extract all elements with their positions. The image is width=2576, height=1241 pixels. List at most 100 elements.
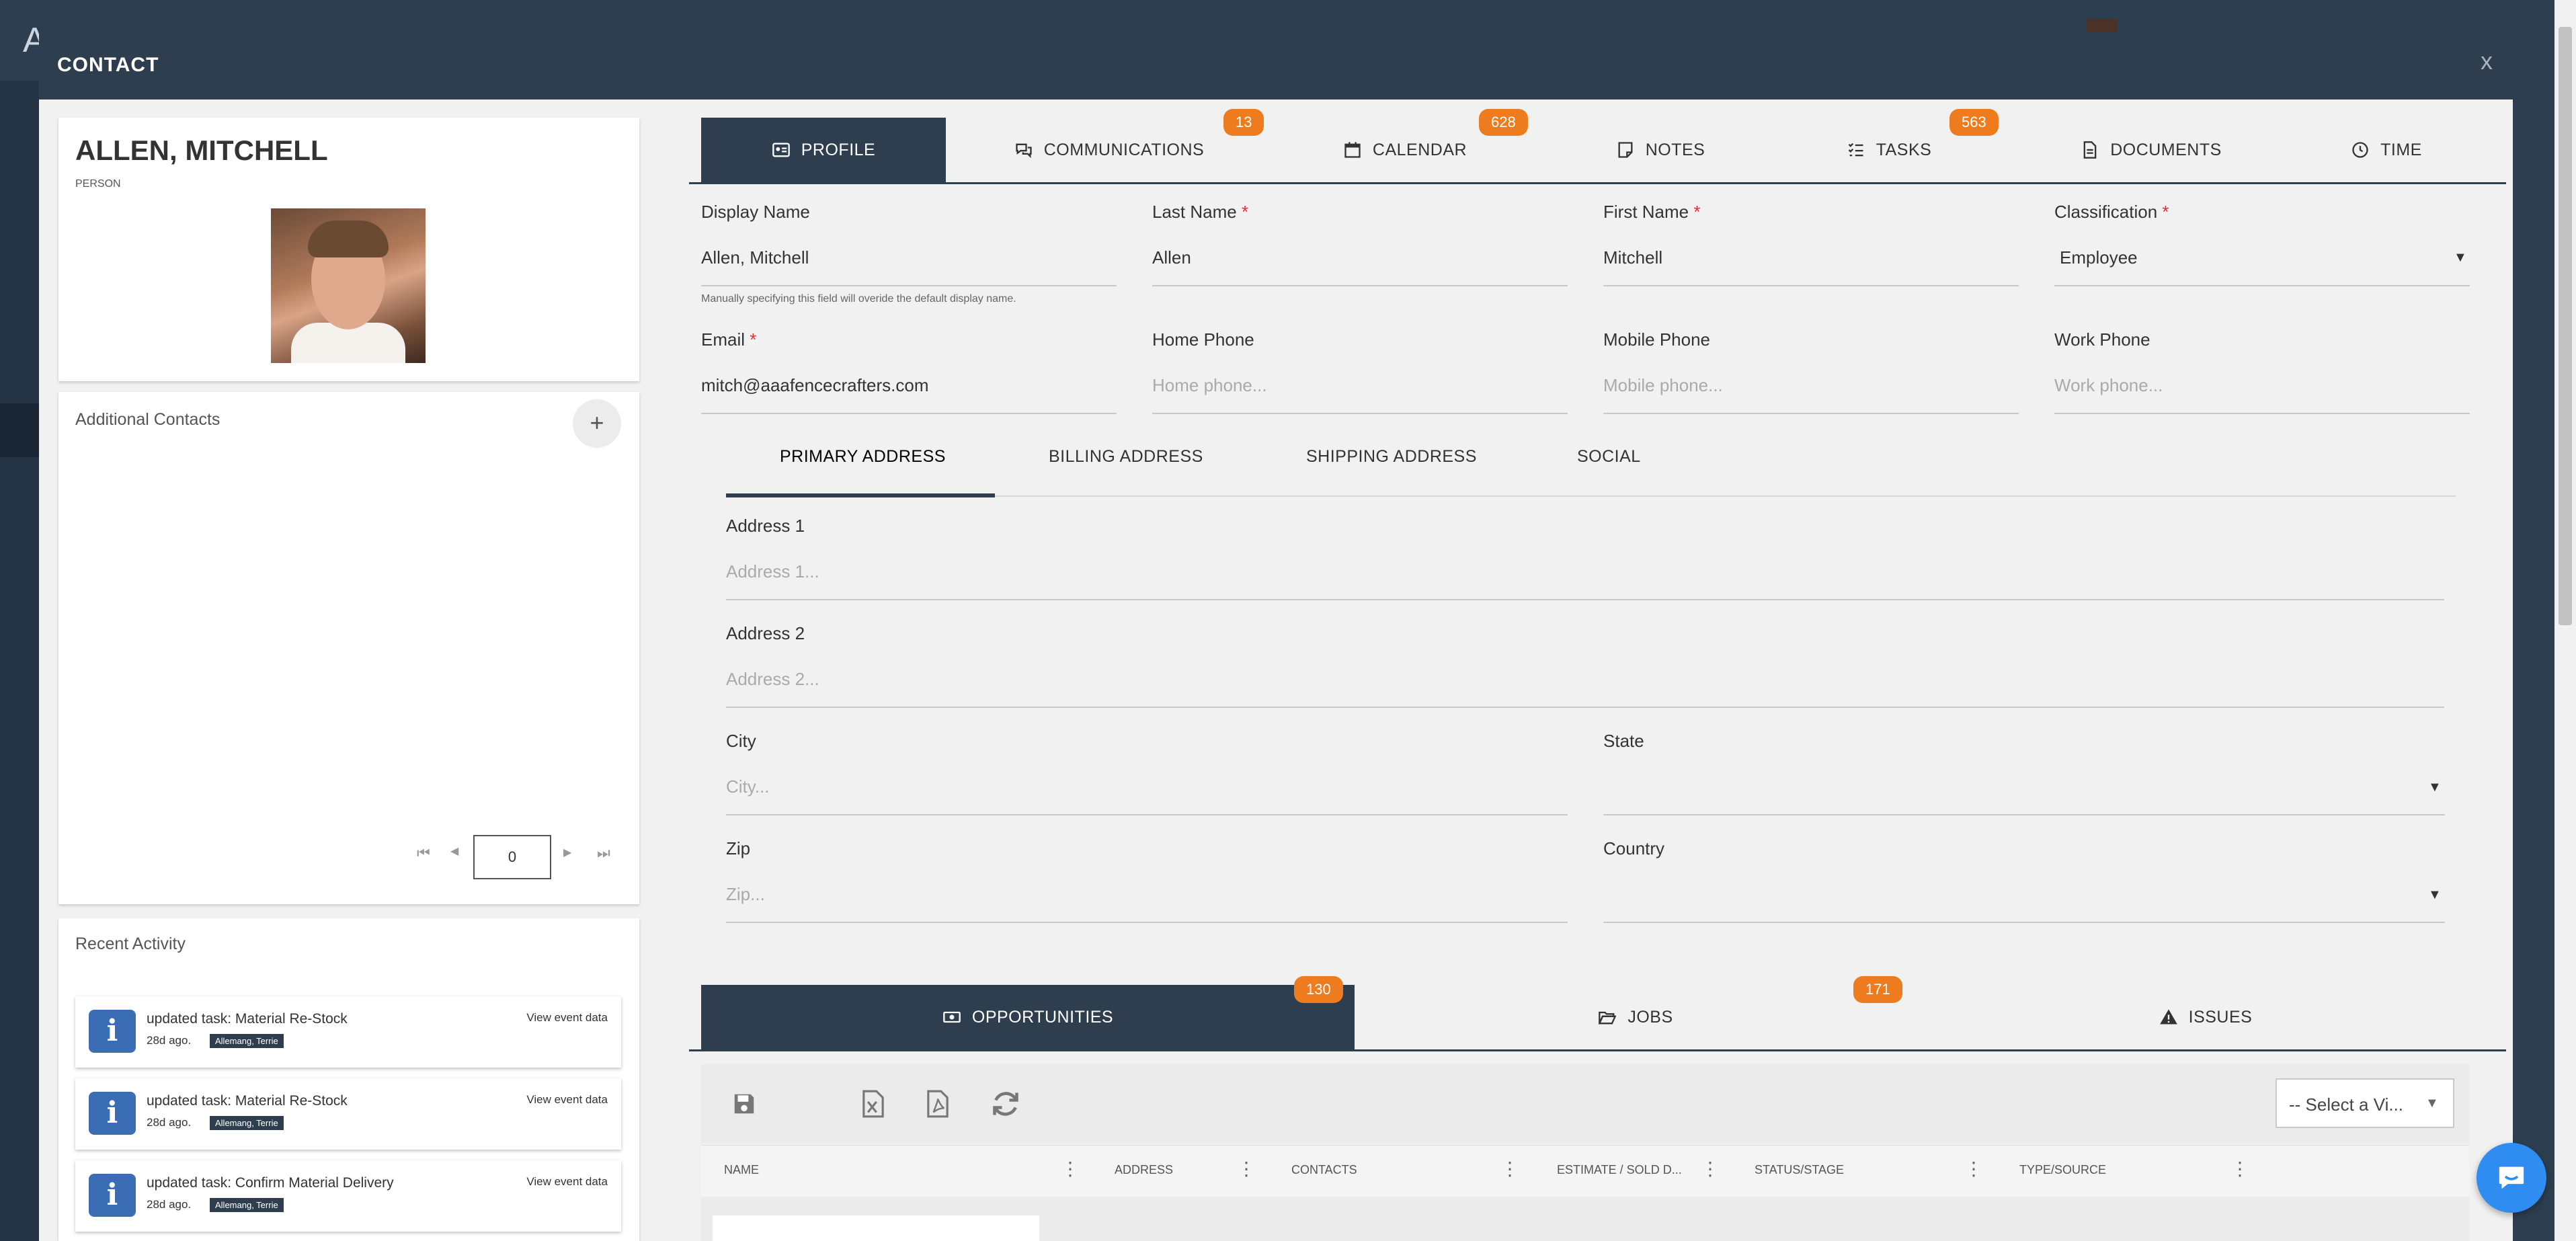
contact-type: PERSON: [75, 178, 121, 190]
view-event-link[interactable]: View event data: [526, 1011, 608, 1025]
address2-field[interactable]: Address 2...: [726, 669, 819, 690]
column-header-name[interactable]: NAME: [724, 1163, 759, 1177]
info-icon: i: [89, 1010, 136, 1053]
tab-opportunities[interactable]: OPPORTUNITIES: [701, 985, 1355, 1049]
additional-contacts-card: [58, 392, 639, 904]
chevron-down-icon[interactable]: ▼: [2425, 1096, 2439, 1111]
last-name-field[interactable]: Allen: [1152, 247, 1191, 268]
save-icon[interactable]: [731, 1091, 757, 1117]
first-name-field[interactable]: Mitchell: [1603, 247, 1662, 268]
activity-time: 28d ago.: [147, 1198, 192, 1211]
tab-notes[interactable]: NOTES: [1586, 118, 1734, 182]
city-field[interactable]: City...: [726, 776, 770, 797]
id-card-icon: [772, 143, 790, 157]
field-underline: [726, 599, 2444, 600]
tab-shipping-address[interactable]: SHIPPING ADDRESS: [1306, 447, 1477, 467]
column-menu-icon[interactable]: ⋮: [2230, 1158, 2249, 1180]
mobile-phone-field[interactable]: Mobile phone...: [1603, 375, 1723, 396]
classification-label: Classification *: [2054, 202, 2169, 222]
tab-billing-address[interactable]: BILLING ADDRESS: [1049, 447, 1203, 467]
tab-profile[interactable]: PROFILE: [701, 118, 946, 182]
tab-documents[interactable]: DOCUMENTS: [2050, 118, 2252, 182]
folder-open-icon: [1598, 1011, 1617, 1025]
view-event-link[interactable]: View event data: [526, 1175, 608, 1189]
column-menu-icon[interactable]: ⋮: [1500, 1158, 1519, 1180]
view-event-link[interactable]: View event data: [526, 1093, 608, 1107]
grid-cell[interactable]: [713, 1215, 1039, 1241]
contact-photo[interactable]: [271, 208, 426, 363]
address2-label: Address 2: [726, 623, 805, 643]
tab-communications[interactable]: COMMUNICATIONS: [988, 118, 1230, 182]
activity-text: updated task: Material Re-Stock: [147, 1093, 348, 1109]
field-underline: [1603, 413, 2019, 414]
grid-toolbar: [701, 1064, 2469, 1144]
field-underline: [1152, 285, 1568, 286]
add-contact-button[interactable]: +: [573, 399, 621, 448]
additional-contacts-title: Additional Contacts: [75, 410, 220, 429]
column-header-address[interactable]: ADDRESS: [1115, 1163, 1173, 1177]
first-page-icon[interactable]: ⏮: [417, 844, 430, 862]
column-menu-icon[interactable]: ⋮: [1237, 1158, 1256, 1180]
activity-time: 28d ago.: [147, 1034, 192, 1047]
column-menu-icon[interactable]: ⋮: [1701, 1158, 1720, 1180]
chevron-down-icon[interactable]: ▼: [2454, 250, 2467, 266]
chevron-down-icon[interactable]: ▼: [2428, 780, 2442, 795]
close-button[interactable]: x: [2481, 47, 2493, 75]
chat-button[interactable]: [2477, 1143, 2546, 1213]
pdf-export-icon[interactable]: [925, 1089, 951, 1119]
address1-field[interactable]: Address 1...: [726, 561, 819, 582]
activity-item: i updated task: Material Re-Stock 28d ag…: [75, 996, 621, 1068]
tab-social[interactable]: SOCIAL: [1577, 447, 1641, 467]
refresh-icon[interactable]: [991, 1089, 1020, 1119]
activity-user-tag: Allemang, Terrie: [210, 1198, 284, 1212]
email-field[interactable]: mitch@aaafencecrafters.com: [701, 375, 929, 396]
modal-header: [39, 32, 2513, 99]
column-header-status[interactable]: STATUS/STAGE: [1755, 1163, 1844, 1177]
bottom-tab-underline: [689, 1049, 2506, 1051]
column-header-estimate[interactable]: ESTIMATE / SOLD D...: [1557, 1163, 1682, 1177]
zip-field[interactable]: Zip...: [726, 884, 765, 905]
field-underline: [1152, 413, 1568, 414]
tab-calendar[interactable]: CALENDAR: [1318, 118, 1492, 182]
tab-label: COMMUNICATIONS: [1043, 140, 1205, 159]
tab-issues[interactable]: ISSUES: [1917, 985, 2495, 1049]
field-underline: [1603, 922, 2445, 923]
tab-primary-address[interactable]: PRIMARY ADDRESS: [780, 447, 946, 467]
tab-label: CALENDAR: [1372, 140, 1467, 159]
column-header-type[interactable]: TYPE/SOURCE: [2019, 1163, 2106, 1177]
prev-page-icon[interactable]: ◀: [450, 844, 458, 858]
classification-select[interactable]: Employee: [2060, 247, 2138, 268]
activity-user-tag: Allemang, Terrie: [210, 1034, 284, 1048]
work-phone-field[interactable]: Work phone...: [2054, 375, 2163, 396]
tab-label: ISSUES: [2188, 1007, 2253, 1027]
task-list-icon: [1848, 143, 1863, 157]
calendar-icon: [1344, 142, 1361, 158]
email-label: Email *: [701, 329, 757, 350]
mobile-phone-label: Mobile Phone: [1603, 329, 1710, 350]
home-phone-field[interactable]: Home phone...: [1152, 375, 1267, 396]
tab-jobs[interactable]: JOBS: [1355, 985, 1917, 1049]
field-underline: [701, 285, 1117, 286]
chat-icon: [2499, 1166, 2524, 1189]
field-underline: [726, 707, 2444, 708]
zip-label: Zip: [726, 838, 751, 858]
page-number-input[interactable]: 0: [473, 835, 551, 879]
display-name-field[interactable]: Allen, Mitchell: [701, 247, 809, 268]
app-sidebar: [0, 81, 39, 1241]
chevron-down-icon[interactable]: ▼: [2428, 887, 2442, 903]
field-underline: [726, 814, 1568, 815]
activity-item: i updated task: Material Re-Stock 28d ag…: [75, 1078, 621, 1150]
next-page-icon[interactable]: ▶: [563, 846, 571, 859]
document-icon: [2083, 141, 2097, 159]
field-underline: [1603, 285, 2019, 286]
column-header-contacts[interactable]: CONTACTS: [1291, 1163, 1357, 1177]
last-page-icon[interactable]: ⏭: [597, 844, 610, 862]
scrollbar-thumb[interactable]: [2559, 27, 2572, 625]
column-menu-icon[interactable]: ⋮: [1964, 1158, 1983, 1180]
tab-tasks[interactable]: TASKS: [1815, 118, 1963, 182]
column-menu-icon[interactable]: ⋮: [1061, 1158, 1080, 1180]
tab-time[interactable]: TIME: [2306, 118, 2467, 182]
display-name-label: Display Name: [701, 202, 810, 222]
excel-export-icon[interactable]: [860, 1089, 886, 1119]
recent-activity-title: Recent Activity: [75, 934, 186, 953]
